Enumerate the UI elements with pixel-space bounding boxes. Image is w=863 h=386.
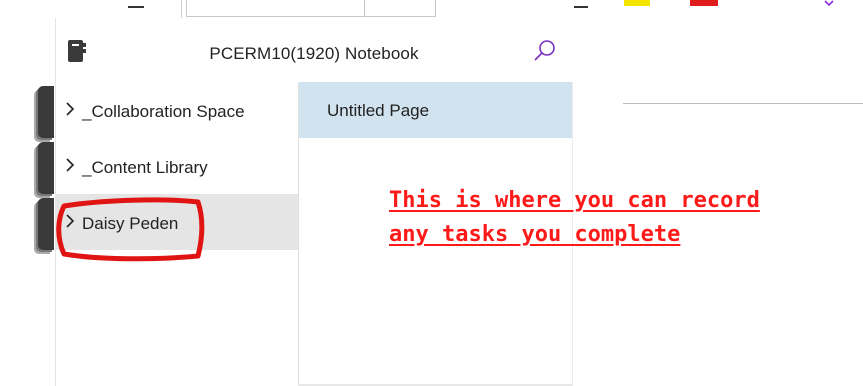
chevron-right-icon[interactable] <box>64 158 76 172</box>
search-icon[interactable] <box>532 38 558 64</box>
chevron-down-icon[interactable] <box>824 0 834 8</box>
font-color-red-swatch[interactable] <box>690 0 718 6</box>
notebook-header: PCERM10(1920) Notebook <box>56 18 572 82</box>
section-collaboration-space[interactable]: _Collaboration Space <box>56 82 298 138</box>
notebook-gutter <box>0 18 56 386</box>
minimize-dash-icon[interactable] <box>574 6 588 8</box>
toolbar-strip <box>0 0 863 18</box>
page-untitled[interactable]: Untitled Page <box>299 82 572 138</box>
annotation-line-1: This is where you can record <box>389 188 760 213</box>
notebook-title[interactable]: PCERM10(1920) Notebook <box>56 44 572 64</box>
annotation-text: This is where you can record any tasks y… <box>389 184 859 252</box>
field-divider <box>364 0 365 16</box>
toolbar-separator <box>181 0 182 18</box>
highlight-yellow-swatch[interactable] <box>624 0 650 6</box>
annotation-line-2: any tasks you complete <box>389 222 681 247</box>
section-label: _Content Library <box>82 158 208 177</box>
chevron-right-icon[interactable] <box>64 102 76 116</box>
menu-dash-icon[interactable] <box>128 6 144 8</box>
section-label: _Collaboration Space <box>82 102 245 121</box>
toolbar-input[interactable] <box>186 0 436 17</box>
page-title-underline[interactable] <box>623 103 863 104</box>
page-label: Untitled Page <box>327 101 430 120</box>
section-content-library[interactable]: _Content Library <box>56 138 298 194</box>
notebook-tab-2[interactable] <box>38 142 54 194</box>
notebook-tab-1[interactable] <box>38 86 54 138</box>
red-circle-annotation <box>56 197 205 262</box>
